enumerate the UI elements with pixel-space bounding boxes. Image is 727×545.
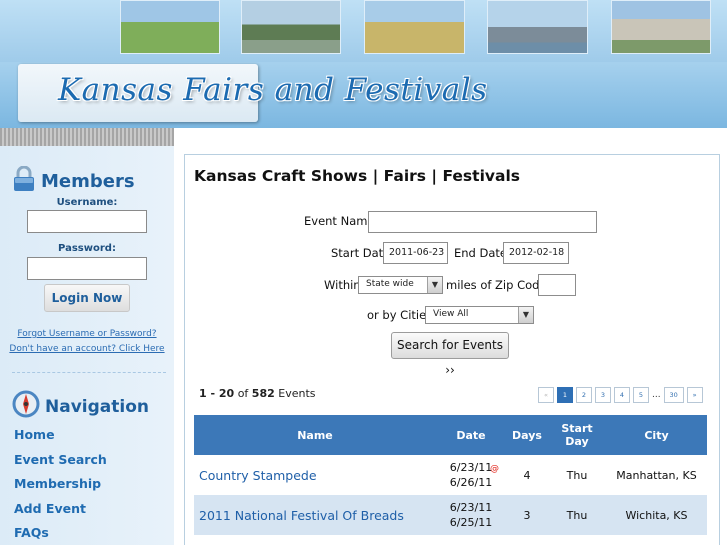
col-city[interactable]: City bbox=[606, 415, 707, 455]
start-date-input[interactable]: 2011-06-23 bbox=[383, 242, 448, 264]
nav-membership[interactable]: Membership bbox=[14, 476, 101, 491]
pager-ellipsis: ... bbox=[652, 390, 661, 400]
header-photo-capitol bbox=[611, 0, 711, 54]
login-button[interactable]: Login Now bbox=[44, 284, 130, 312]
result-range: 1 - 20 bbox=[199, 387, 235, 400]
event-date: 6/23/11 6/25/11 bbox=[436, 495, 506, 535]
end-date-input[interactable]: 2012-02-18 bbox=[503, 242, 569, 264]
event-city: Manhattan, KS bbox=[616, 468, 697, 482]
event-name-label: Event Name bbox=[304, 214, 375, 228]
distance-select[interactable]: State wide ▼ bbox=[358, 276, 443, 294]
username-label: Username: bbox=[56, 197, 118, 208]
miles-zip-label: miles of Zip Code: bbox=[446, 278, 551, 292]
pager-page-3[interactable]: 3 bbox=[595, 387, 611, 403]
within-label: Within bbox=[324, 278, 361, 292]
result-total: 582 bbox=[251, 387, 275, 400]
zip-code-input[interactable] bbox=[538, 274, 576, 296]
distance-select-value: State wide bbox=[366, 279, 414, 289]
site-logo-title[interactable]: Kansas Fairs and Festivals bbox=[58, 72, 488, 108]
result-events-word: Events bbox=[278, 387, 316, 400]
col-days[interactable]: Days bbox=[506, 415, 548, 455]
event-date: 6/23/11 6/26/11 @ bbox=[436, 455, 506, 495]
chevron-down-icon: ▼ bbox=[427, 277, 442, 293]
chevron-down-icon: ▼ bbox=[518, 307, 533, 323]
end-date-label: End Date bbox=[454, 246, 507, 260]
site-header: Kansas Fairs and Festivals bbox=[0, 0, 727, 130]
table-row: Country Stampede 6/23/11 6/26/11 @ 4 Thu… bbox=[194, 455, 707, 495]
pager-prev[interactable]: « bbox=[538, 387, 554, 403]
header-photo-city-skyline bbox=[487, 0, 588, 54]
members-heading: Members bbox=[12, 165, 135, 197]
header-stripe bbox=[0, 128, 727, 146]
lock-icon bbox=[12, 165, 36, 197]
nav-add-event[interactable]: Add Event bbox=[14, 501, 86, 516]
pagination: « 1 2 3 4 5 ... 30 » bbox=[538, 387, 706, 403]
navigation-heading: Navigation bbox=[12, 390, 149, 423]
table-row: 2011 National Festival Of Breads 6/23/11… bbox=[194, 495, 707, 535]
event-link[interactable]: 2011 National Festival Of Breads bbox=[199, 508, 404, 523]
pager-page-last[interactable]: 30 bbox=[663, 387, 684, 403]
header-photo-wheat-field bbox=[364, 0, 465, 54]
result-of: of bbox=[237, 387, 249, 400]
event-city: Wichita, KS bbox=[606, 495, 707, 535]
event-date-end: 6/25/11 bbox=[449, 516, 493, 529]
nav-home[interactable]: Home bbox=[14, 427, 55, 442]
email-icon[interactable]: @ bbox=[490, 462, 499, 477]
compass-icon bbox=[12, 390, 40, 423]
nav-faqs[interactable]: FAQs bbox=[14, 525, 49, 540]
members-heading-label: Members bbox=[41, 171, 135, 192]
header-photo-river bbox=[241, 0, 341, 54]
signup-link[interactable]: Don't have an account? Click Here bbox=[0, 344, 174, 354]
cities-label: or by Cities bbox=[367, 308, 433, 322]
pager-page-4[interactable]: 4 bbox=[614, 387, 630, 403]
event-days: 4 bbox=[523, 468, 531, 482]
result-count: 1 - 20 of 582 Events bbox=[199, 387, 316, 400]
password-label: Password: bbox=[58, 243, 116, 254]
header-photo-prairie bbox=[120, 0, 220, 54]
cities-select-value: View All bbox=[433, 309, 469, 319]
cities-select[interactable]: View All ▼ bbox=[425, 306, 534, 324]
event-name-input[interactable] bbox=[368, 211, 597, 233]
events-table: Name Date Days Start Day City Country St… bbox=[194, 415, 707, 535]
event-date-end: 6/26/11 bbox=[449, 476, 493, 489]
sidebar-divider bbox=[12, 372, 166, 373]
page-title: Kansas Craft Shows | Fairs | Festivals bbox=[194, 167, 520, 185]
col-date[interactable]: Date bbox=[436, 415, 506, 455]
forgot-credentials-link[interactable]: Forgot Username or Password? bbox=[0, 329, 174, 339]
password-input[interactable] bbox=[27, 257, 147, 280]
pager-next[interactable]: » bbox=[686, 387, 703, 403]
nav-event-search[interactable]: Event Search bbox=[14, 452, 107, 467]
pager-page-5[interactable]: 5 bbox=[633, 387, 649, 403]
search-events-button[interactable]: Search for Events ›› bbox=[391, 332, 509, 377]
event-start-day: Thu bbox=[548, 495, 606, 535]
event-start-day: Thu bbox=[566, 468, 588, 482]
event-link[interactable]: Country Stampede bbox=[199, 468, 317, 483]
navigation-heading-label: Navigation bbox=[45, 396, 149, 417]
pager-page-2[interactable]: 2 bbox=[576, 387, 592, 403]
event-days: 3 bbox=[506, 495, 548, 535]
event-date-start: 6/23/11 bbox=[449, 501, 493, 514]
username-input[interactable] bbox=[27, 210, 147, 233]
pager-page-1[interactable]: 1 bbox=[557, 387, 573, 403]
table-header-row: Name Date Days Start Day City bbox=[194, 415, 707, 455]
start-date-label: Start Date bbox=[331, 246, 391, 260]
col-start-day[interactable]: Start Day bbox=[548, 415, 606, 455]
col-name[interactable]: Name bbox=[194, 415, 436, 455]
